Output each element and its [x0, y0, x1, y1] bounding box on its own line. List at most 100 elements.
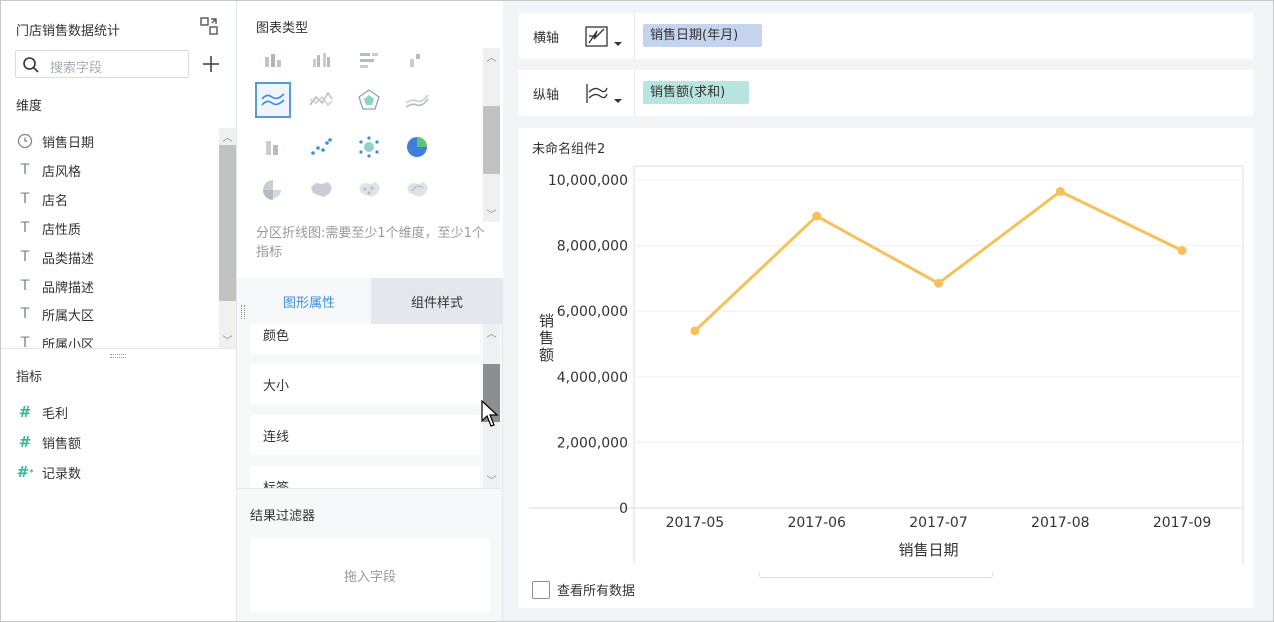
- chart-type-section: 图表类型 ︿ ﹀ 分区折线图:需要至少1个维度，至少1个指标: [237, 0, 503, 278]
- dimension-item[interactable]: T 品类描述: [16, 246, 94, 268]
- pie-chart-icon[interactable]: [399, 129, 435, 165]
- dimension-label: 销售日期: [42, 135, 95, 151]
- panel-divider: [0, 348, 237, 349]
- filter-drop-zone[interactable]: 拖入字段: [250, 538, 490, 612]
- chart-resize-handle[interactable]: [759, 572, 993, 578]
- text-field-icon: T: [20, 335, 30, 348]
- region-map-icon[interactable]: [303, 172, 339, 208]
- view-all-label: 查看所有数据: [557, 584, 636, 599]
- view-all-data-toggle[interactable]: 查看所有数据: [532, 580, 635, 599]
- point-map-icon[interactable]: [351, 172, 387, 208]
- line-chart-icon[interactable]: [303, 82, 339, 118]
- stacked-bar-chart-icon[interactable]: [255, 129, 291, 165]
- data-point: [1055, 186, 1065, 196]
- axis-row-divider: [634, 13, 635, 59]
- property-connect-line[interactable]: 连线: [250, 415, 480, 455]
- dimension-item[interactable]: T 店风格: [16, 159, 81, 181]
- dimension-label: 品类描述: [42, 251, 95, 267]
- y-axis-type-icon[interactable]: [585, 82, 627, 106]
- flow-map-icon[interactable]: [399, 172, 435, 208]
- scroll-up-arrow-icon[interactable]: ︿: [219, 128, 236, 145]
- scroll-down-arrow-icon[interactable]: ﹀: [483, 205, 500, 222]
- number-field-icon: #: [18, 403, 32, 421]
- scroll-up-arrow-icon[interactable]: ︿: [483, 324, 500, 341]
- scroll-up-arrow-icon[interactable]: ︿: [483, 48, 500, 65]
- dimension-item[interactable]: T 店名: [16, 188, 68, 210]
- x-axis-row: 横轴 销售日期(年月): [519, 13, 1253, 59]
- y-axis-field-pill[interactable]: 销售额(求和): [643, 81, 750, 104]
- view-all-checkbox[interactable]: [532, 580, 550, 599]
- radar-chart-icon[interactable]: [351, 82, 387, 118]
- dimension-section-label: 维度: [16, 99, 43, 114]
- text-field-icon: T: [20, 278, 30, 294]
- section-divider: [237, 488, 503, 489]
- number-field-star-icon: # *: [16, 463, 34, 481]
- x-axis-field-pill[interactable]: 销售日期(年月): [643, 24, 763, 47]
- text-field-icon: T: [20, 220, 30, 236]
- scatter-chart-icon[interactable]: [303, 129, 339, 165]
- y-tick-label: 8,000,000: [557, 239, 628, 255]
- property-label[interactable]: 标签: [250, 466, 480, 488]
- x-axis-title: 销售日期: [898, 541, 958, 559]
- scroll-down-arrow-icon[interactable]: ﹀: [219, 331, 236, 348]
- property-color[interactable]: 颜色: [250, 324, 480, 354]
- area-line-chart-icon[interactable]: [255, 82, 291, 118]
- add-field-button[interactable]: [200, 53, 222, 75]
- dimension-scrollbar[interactable]: ︿ ﹀: [219, 128, 236, 348]
- tab-component-style[interactable]: 组件样式: [371, 278, 503, 324]
- property-size[interactable]: 大小: [250, 364, 480, 404]
- dimension-item[interactable]: 销售日期: [16, 130, 94, 152]
- x-axis-label: 横轴: [533, 31, 560, 46]
- mouse-cursor-icon: [481, 400, 499, 427]
- metric-item[interactable]: # * 记录数: [16, 461, 81, 483]
- dimension-item[interactable]: T 所属小区: [16, 332, 94, 348]
- y-axis-title: 销售额: [539, 312, 554, 364]
- dimension-label: 所属大区: [42, 308, 95, 324]
- rose-chart-icon[interactable]: [255, 172, 291, 208]
- stacked-column-chart-icon[interactable]: [255, 42, 291, 78]
- text-field-icon: T: [20, 191, 30, 207]
- scrollbar-thumb[interactable]: [483, 106, 500, 174]
- search-field-input[interactable]: 搜索字段: [15, 50, 189, 78]
- property-tabs: 图形属性 组件样式: [237, 278, 503, 324]
- x-tick-label: 2017-07: [909, 515, 968, 531]
- data-point: [1177, 246, 1187, 256]
- dimension-item[interactable]: T 店性质: [16, 217, 81, 239]
- x-tick-label: 2017-05: [666, 515, 725, 531]
- bubble-chart-icon[interactable]: [351, 129, 387, 165]
- clock-icon: [16, 132, 34, 150]
- range-line-chart-icon[interactable]: [399, 82, 435, 118]
- dataset-title: 门店销售数据统计: [16, 24, 121, 39]
- y-tick-label: 0: [619, 501, 628, 517]
- y-tick-label: 2,000,000: [557, 435, 628, 451]
- waterfall-chart-icon[interactable]: [399, 42, 435, 78]
- switch-dataset-icon[interactable]: [199, 16, 219, 36]
- bar-chart-icon[interactable]: [351, 42, 387, 78]
- dimension-list: 销售日期 T 店风格 T 店名 T 店性质 T 品类描述 T 品牌描述 T 所属…: [0, 128, 218, 348]
- metric-label: 销售额: [42, 436, 82, 452]
- x-axis-type-icon[interactable]: [585, 25, 627, 49]
- data-point: [690, 326, 700, 336]
- search-placeholder: 搜索字段: [50, 61, 103, 76]
- metric-item[interactable]: # 毛利: [16, 401, 68, 423]
- chart-type-scrollbar[interactable]: ︿ ﹀: [483, 48, 500, 222]
- x-tick-label: 2017-09: [1153, 515, 1212, 531]
- search-icon: [23, 57, 39, 73]
- tab-graphic-properties[interactable]: 图形属性: [247, 278, 371, 324]
- line-chart: 0 2,000,000 4,000,000 6,000,000 8,000,000 10,…: [529, 165, 1244, 564]
- number-field-icon: #: [18, 433, 32, 451]
- y-tick-label: 4,000,000: [557, 370, 628, 386]
- metric-item[interactable]: # 销售额: [16, 431, 81, 453]
- dimension-label: 品牌描述: [42, 280, 95, 296]
- scrollbar-thumb[interactable]: [219, 145, 236, 301]
- text-field-icon: T: [20, 162, 30, 178]
- dimension-item[interactable]: T 品牌描述: [16, 275, 94, 297]
- text-field-icon: T: [20, 306, 30, 322]
- dimension-label: 所属小区: [42, 337, 95, 349]
- grouped-column-chart-icon[interactable]: [303, 42, 339, 78]
- chart-editor-area: 横轴 销售日期(年月) 纵轴 销售额(求和) 未命名组件2 0 2,000,000…: [503, 0, 1274, 622]
- resize-grip-icon[interactable]: [110, 354, 126, 358]
- scroll-down-arrow-icon[interactable]: ﹀: [483, 471, 500, 488]
- dimension-item[interactable]: T 所属大区: [16, 303, 94, 325]
- axis-row-divider: [634, 70, 635, 116]
